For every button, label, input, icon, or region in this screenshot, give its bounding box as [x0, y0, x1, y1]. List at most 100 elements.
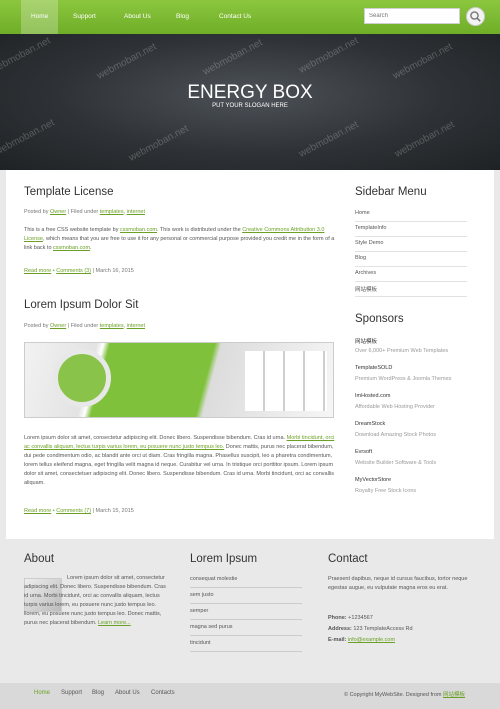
main-content: Template License Posted by Owner | Filed… — [6, 170, 494, 539]
sponsor-name[interactable]: DreamStock — [355, 421, 385, 427]
category-link[interactable]: internet — [127, 323, 145, 329]
body-text: Donec mattis, purus nec placerat bibendu… — [24, 444, 334, 486]
about-text: Lorem ipsum dolor sit amet, consectetur … — [24, 574, 170, 628]
email-label: E-mail: — [328, 637, 347, 643]
search-icon — [470, 11, 481, 22]
designer-link[interactable]: 网站模板 — [443, 692, 465, 698]
email-link[interactable]: info@example.com — [348, 637, 395, 643]
footer-nav-support[interactable]: Support — [61, 690, 82, 696]
copyright: © Copyright MyWebSite. Designed from 网站模… — [344, 690, 465, 698]
sidebar-item-templates[interactable]: 网站模板 — [355, 282, 467, 297]
footer-nav-about-us[interactable]: About Us — [115, 690, 140, 696]
about-body: Lorem ipsum dolor sit amet, consectetur … — [24, 575, 166, 626]
contact-email: E-mail: info@example.com — [328, 636, 395, 645]
bullet: • — [52, 268, 55, 274]
separator: , — [123, 323, 126, 329]
lorem-link[interactable]: semper — [190, 605, 302, 620]
post-footer: Read more • Comments (7) | March 15, 201… — [24, 508, 134, 514]
body-text: . This work is distributed under the — [156, 227, 243, 233]
top-navigation: Home Support About Us Blog Contact Us — [0, 0, 500, 34]
comments-link[interactable]: Comments (7) — [56, 508, 91, 514]
site-header: webmoban.net webmoban.net webmoban.net w… — [0, 34, 500, 170]
lorem-link[interactable]: tincidunt — [190, 637, 302, 652]
sponsor-name[interactable]: Evrsoft — [355, 449, 372, 455]
sidebar-menu-title: Sidebar Menu — [355, 186, 427, 198]
address-label: Address: — [328, 626, 352, 632]
post-image — [24, 342, 334, 418]
sidebar-item-archives[interactable]: Archives — [355, 267, 467, 282]
search-button[interactable] — [466, 7, 485, 26]
watermark: webmoban.net — [391, 41, 455, 82]
learn-more-link[interactable]: Learn more... — [98, 620, 131, 626]
sponsor-description: Royalty Free Stock Icons — [355, 488, 417, 494]
phone-label: Phone: — [328, 615, 347, 621]
stethoscope-graphic — [53, 349, 111, 407]
search-input[interactable] — [365, 9, 455, 23]
site-footer: Home Support Blog About Us Contacts © Co… — [0, 683, 500, 709]
nav-home[interactable]: Home — [21, 0, 59, 34]
category-link[interactable]: internet — [127, 209, 145, 215]
footer-nav-contacts[interactable]: Contacts — [151, 690, 175, 696]
sidebar-item-home[interactable]: Home — [355, 207, 467, 222]
filed-under-label: | Filed under — [67, 209, 99, 215]
post-body: Lorem ipsum dolor sit amet, consectetur … — [24, 434, 336, 488]
nav-support[interactable]: Support — [73, 13, 96, 20]
contact-title: Contact — [328, 553, 368, 565]
filed-under-label: | Filed under — [67, 323, 99, 329]
author-link[interactable]: Owner — [50, 323, 66, 329]
watermark: webmoban.net — [127, 123, 191, 164]
sponsor-name[interactable]: TemplateSOLD — [355, 365, 392, 371]
sponsor-name[interactable]: ImHosted.com — [355, 393, 390, 399]
watermark: webmoban.net — [393, 119, 457, 160]
lorem-link[interactable]: sem justo — [190, 589, 302, 604]
separator: , — [123, 209, 126, 215]
body-text: This is a free CSS website template by — [24, 227, 120, 233]
nav-blog[interactable]: Blog — [176, 13, 189, 20]
body-link[interactable]: cssmoban.com — [120, 227, 157, 233]
lorem-ipsum-title: Lorem Ipsum — [190, 553, 258, 565]
sponsor-name[interactable]: MyVectorStore — [355, 477, 391, 483]
lorem-link[interactable]: magna sed purus — [190, 621, 302, 636]
sponsor-description: Over 6,000+ Premium Web Templates — [355, 348, 449, 354]
address-value: 123 TemplateAccess Rd — [353, 626, 413, 632]
post-date: | March 15, 2015 — [92, 508, 134, 514]
read-more-link[interactable]: Read more — [24, 508, 51, 514]
sidebar-item-blog[interactable]: Blog — [355, 252, 467, 267]
author-link[interactable]: Owner — [50, 209, 66, 215]
lorem-link[interactable]: consequat molestie — [190, 573, 302, 588]
sponsors-title: Sponsors — [355, 313, 404, 325]
sponsor-name[interactable]: 网站模板 — [355, 337, 377, 345]
nav-contact-us[interactable]: Contact Us — [219, 13, 251, 20]
sponsor-description: Website Builder Software & Tools — [355, 460, 437, 466]
footer-nav-blog[interactable]: Blog — [92, 690, 104, 696]
contact-address: Address: 123 TemplateAccess Rd — [328, 625, 413, 634]
comments-link[interactable]: Comments (3) — [56, 268, 91, 274]
watermark: webmoban.net — [0, 35, 53, 76]
sidebar-item-style-demo[interactable]: Style Demo — [355, 237, 467, 252]
body-link[interactable]: cssmoban.com — [53, 245, 90, 251]
post-meta: Posted by Owner | Filed under templates,… — [24, 323, 145, 329]
watermark: webmoban.net — [201, 37, 265, 78]
read-more-link[interactable]: Read more — [24, 268, 51, 274]
sponsor-description: Premium WordPress & Joomla Themes — [355, 376, 452, 382]
category-link[interactable]: templates — [100, 323, 124, 329]
watermark: webmoban.net — [95, 41, 159, 82]
keyboard-graphic — [245, 351, 327, 411]
nav-about-us[interactable]: About Us — [124, 13, 151, 20]
contact-phone: Phone: +1234567 — [328, 614, 373, 623]
site-title: ENERGY BOX — [187, 82, 313, 103]
watermark: webmoban.net — [0, 117, 57, 158]
copyright-text: © Copyright MyWebSite. Designed from — [344, 692, 444, 698]
body-text: Lorem ipsum dolor sit amet, consectetur … — [24, 435, 287, 441]
sidebar-item-templateinfo[interactable]: TemplateInfo — [355, 222, 467, 237]
category-link[interactable]: templates — [100, 209, 124, 215]
footer-nav-home[interactable]: Home — [34, 690, 50, 696]
posted-by-label: Posted by — [24, 209, 49, 215]
post-title[interactable]: Lorem Ipsum Dolor Sit — [24, 299, 138, 311]
post-title[interactable]: Template License — [24, 186, 114, 198]
site-slogan: PUT YOUR SLOGAN HERE — [212, 103, 288, 109]
contact-text: Praesent dapibus, neque id cursus faucib… — [328, 576, 468, 591]
search-box — [364, 8, 460, 24]
about-title: About — [24, 553, 55, 565]
bullet: • — [52, 508, 55, 514]
